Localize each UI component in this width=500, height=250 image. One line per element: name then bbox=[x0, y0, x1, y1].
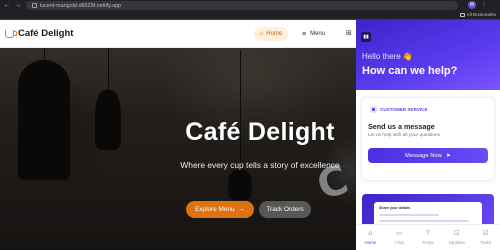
message-now-button[interactable]: Message Now ➤ bbox=[368, 148, 488, 163]
cart-icon[interactable]: ⊞ bbox=[346, 29, 352, 37]
promo-line bbox=[379, 214, 439, 216]
forward-icon[interactable]: → bbox=[14, 2, 22, 10]
tab-chat[interactable]: ▭ Chat bbox=[385, 225, 414, 250]
nav-menu-label: Menu bbox=[310, 31, 326, 37]
support-icon bbox=[370, 106, 377, 113]
promo-title: Share your details bbox=[379, 206, 411, 210]
browser-menu-icon[interactable]: ⋮ bbox=[481, 1, 487, 10]
explore-menu-button[interactable]: Explore Menu → bbox=[186, 201, 254, 218]
send-icon: ➤ bbox=[445, 153, 451, 159]
bookmarks-bar: All Bookmarks bbox=[0, 11, 500, 20]
track-orders-label: Track Orders bbox=[266, 206, 304, 213]
folder-icon bbox=[459, 12, 465, 17]
support-chat-widget: ▮▮ Hello there 👋 How can we help? CUSTOM… bbox=[356, 20, 500, 250]
site-info-icon[interactable] bbox=[32, 3, 37, 8]
coffee-cup-icon bbox=[5, 29, 17, 38]
tab-updates-label: Updates bbox=[448, 240, 465, 245]
arrow-right-icon: → bbox=[238, 206, 245, 213]
service-tag-label: CUSTOMER SERVICE bbox=[380, 107, 428, 112]
widget-headline: How can we help? bbox=[362, 65, 458, 77]
message-card-subtitle: Let us help with all your questions bbox=[368, 133, 440, 138]
browser-window: ← → ↻ lucent-marigold-d8529f.netlify.app… bbox=[0, 0, 500, 250]
hero-title: Café Delight bbox=[185, 118, 335, 146]
nav-home-button[interactable]: ⌂ Home bbox=[254, 27, 288, 41]
nav-menu-button[interactable]: ≡ Menu bbox=[302, 27, 325, 41]
widget-greeting: Hello there 👋 bbox=[362, 52, 413, 61]
brand-name: Café Delight bbox=[18, 28, 74, 39]
explore-menu-label: Explore Menu bbox=[195, 206, 235, 213]
widget-tab-bar: ⌂ Home ▭ Chat ? FAQs ⊡ Updates ☑ Tasks bbox=[356, 224, 500, 250]
tab-home-label: Home bbox=[364, 240, 377, 245]
widget-logo-icon: ▮▮ bbox=[361, 32, 371, 42]
home-icon: ⌂ bbox=[259, 31, 264, 37]
chat-icon: ▭ bbox=[395, 230, 403, 237]
tab-faqs[interactable]: ? FAQs bbox=[414, 225, 443, 250]
tasks-icon: ☑ bbox=[482, 230, 489, 237]
hero-subtitle: Where every cup tells a story of excelle… bbox=[180, 160, 340, 170]
browser-toolbar: ← → ↻ lucent-marigold-d8529f.netlify.app… bbox=[0, 0, 500, 11]
nav-home-label: Home bbox=[266, 31, 283, 37]
home-icon: ⌂ bbox=[368, 230, 373, 237]
back-icon[interactable]: ← bbox=[3, 2, 11, 10]
widget-header: ▮▮ Hello there 👋 How can we help? bbox=[356, 20, 500, 90]
all-bookmarks-label: All Bookmarks bbox=[466, 12, 496, 17]
profile-avatar[interactable]: M bbox=[468, 1, 476, 9]
message-card-title: Send us a message bbox=[368, 122, 435, 131]
track-orders-button[interactable]: Track Orders bbox=[259, 201, 311, 218]
all-bookmarks-button[interactable]: All Bookmarks bbox=[459, 12, 496, 17]
tab-home[interactable]: ⌂ Home bbox=[356, 225, 385, 250]
promo-line bbox=[379, 220, 469, 222]
faq-icon: ? bbox=[426, 230, 430, 237]
tab-tasks-label: Tasks bbox=[479, 240, 492, 245]
hamburger-icon: ≡ bbox=[302, 30, 307, 38]
service-tag: CUSTOMER SERVICE bbox=[370, 106, 428, 113]
url-text: lucent-marigold-d8529f.netlify.app bbox=[40, 2, 122, 9]
address-bar[interactable]: lucent-marigold-d8529f.netlify.app bbox=[26, 1, 458, 10]
message-card: CUSTOMER SERVICE Send us a message Let u… bbox=[362, 98, 494, 180]
tab-tasks[interactable]: ☑ Tasks bbox=[471, 225, 500, 250]
updates-icon: ⊡ bbox=[453, 230, 460, 237]
message-now-label: Message Now bbox=[405, 152, 442, 159]
tab-updates[interactable]: ⊡ Updates bbox=[442, 225, 471, 250]
tab-faqs-label: FAQs bbox=[422, 240, 434, 245]
tab-chat-label: Chat bbox=[394, 240, 404, 245]
site-logo[interactable]: Café Delight bbox=[5, 28, 73, 39]
